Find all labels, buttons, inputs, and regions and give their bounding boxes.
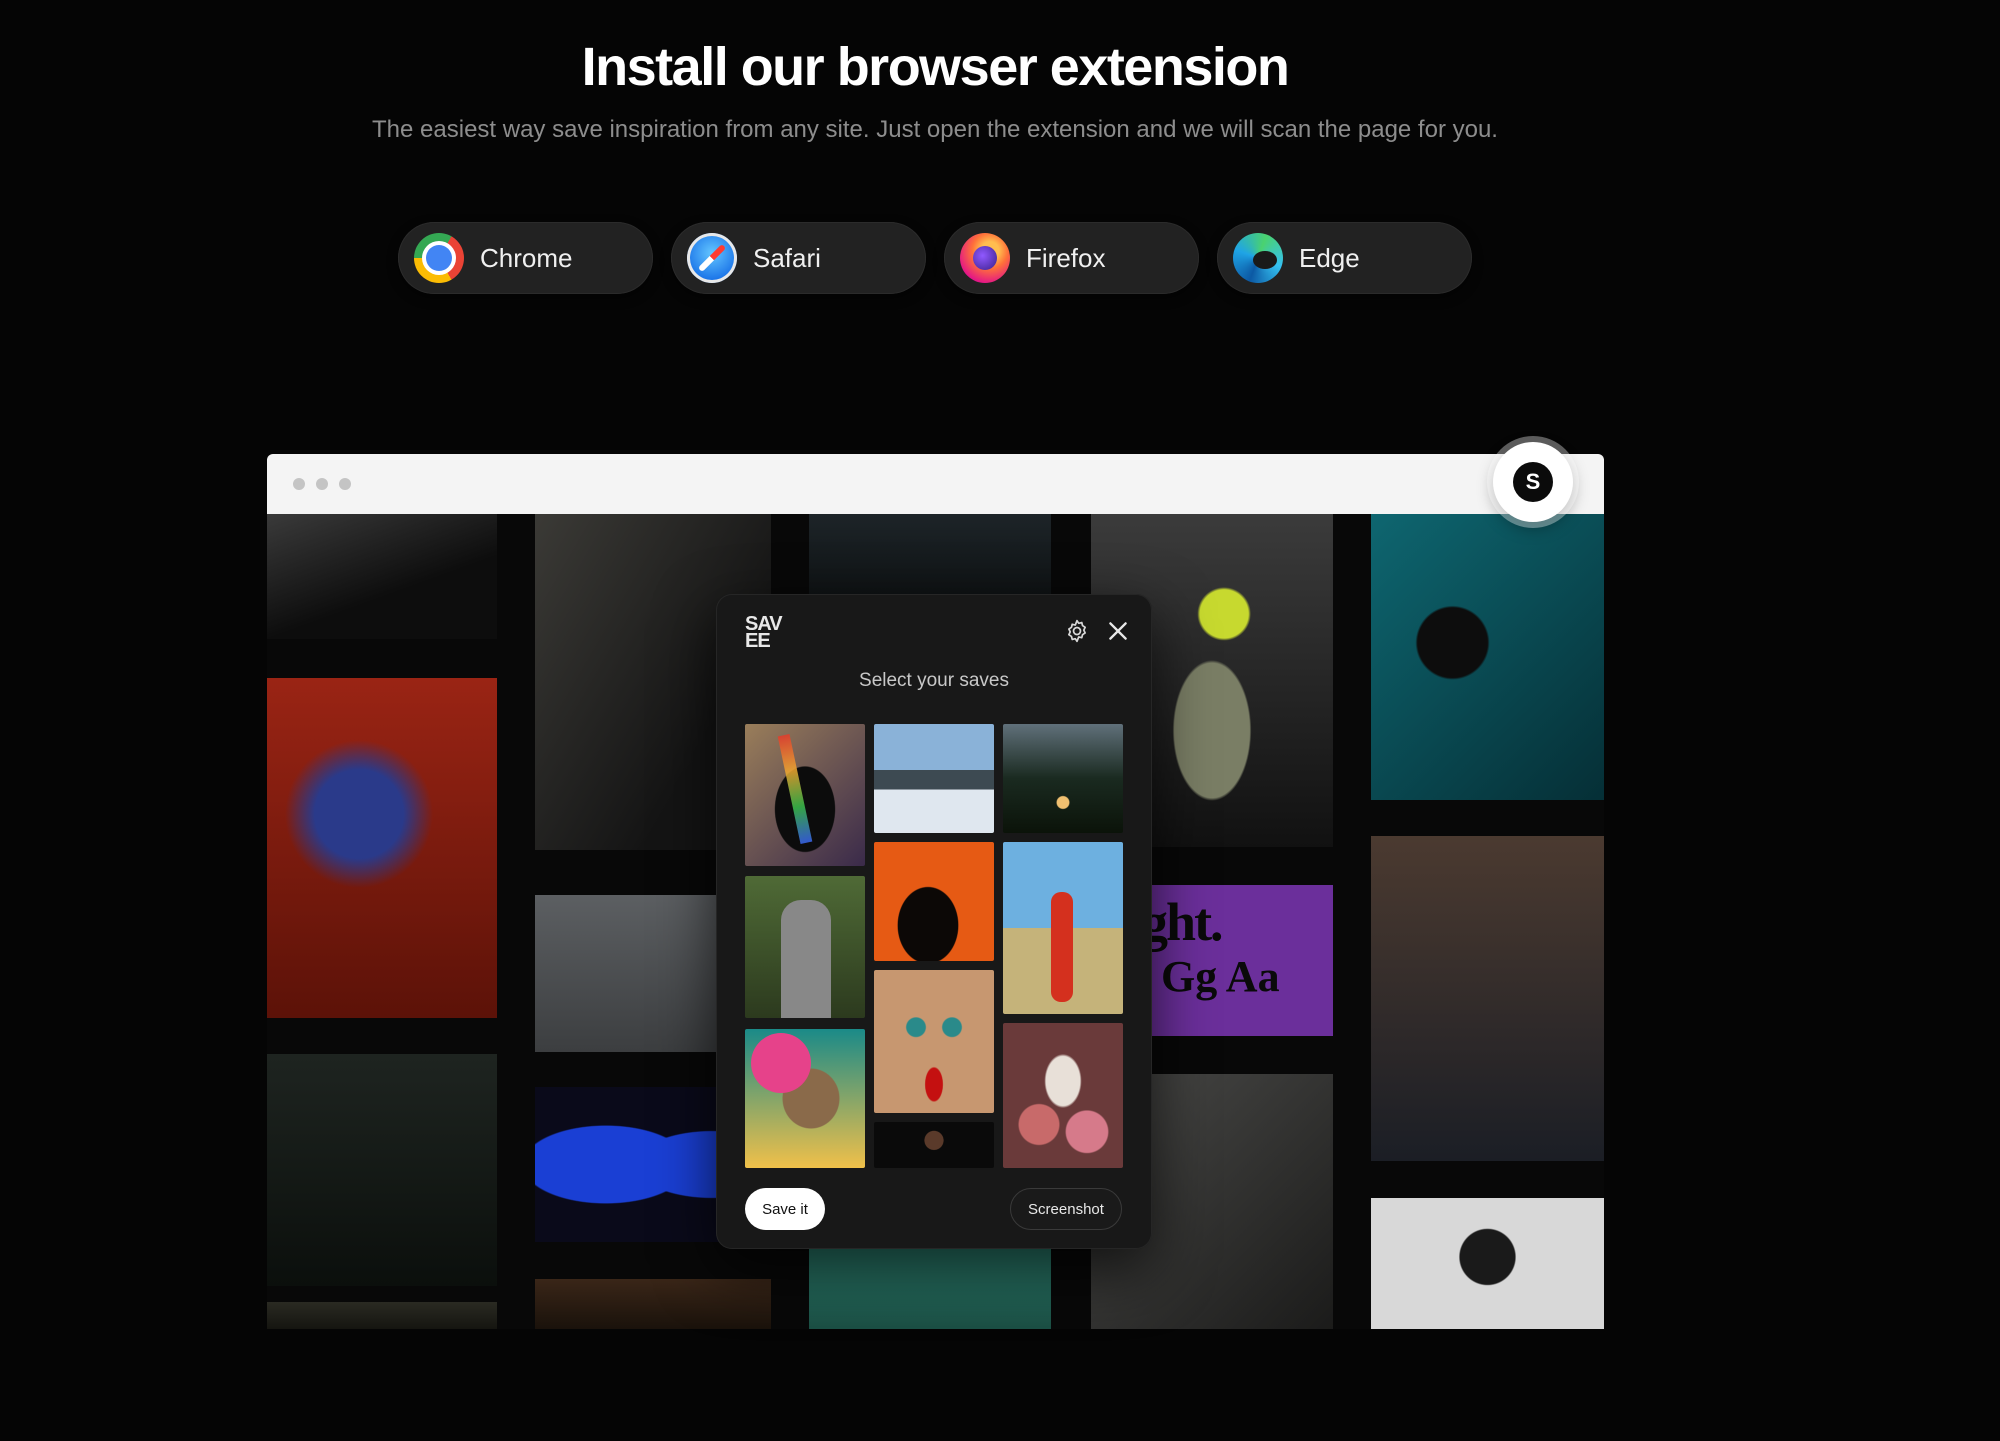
grid-image[interactable]: [809, 1249, 1051, 1329]
save-thumbnail[interactable]: [874, 970, 994, 1113]
safari-button[interactable]: Safari: [671, 222, 926, 294]
page-subtitle: The easiest way save inspiration from an…: [372, 116, 1498, 143]
grid-image[interactable]: [267, 514, 497, 639]
edge-button[interactable]: Edge: [1217, 222, 1472, 294]
grid-image[interactable]: [1371, 836, 1604, 1161]
close-icon[interactable]: [1105, 618, 1131, 644]
safari-icon: [687, 233, 737, 283]
window-dot: [293, 478, 305, 490]
screenshot-button[interactable]: Screenshot: [1010, 1188, 1122, 1230]
brand-logo: SAVEE: [745, 613, 783, 652]
grid-image[interactable]: [267, 1302, 497, 1329]
save-thumbnail[interactable]: [745, 876, 865, 1018]
save-thumbnail[interactable]: [874, 724, 994, 833]
grid-image[interactable]: [1371, 514, 1604, 800]
grid-image[interactable]: [535, 1279, 771, 1329]
chrome-button[interactable]: Chrome: [398, 222, 653, 294]
edge-label: Edge: [1299, 242, 1360, 273]
edge-icon: [1233, 233, 1283, 283]
save-thumbnail[interactable]: [745, 724, 865, 866]
grid-image[interactable]: [1371, 1198, 1604, 1329]
window-dot: [316, 478, 328, 490]
save-thumbnail[interactable]: [745, 1029, 865, 1168]
firefox-label: Firefox: [1026, 242, 1106, 273]
chrome-icon: [414, 233, 464, 283]
browser-toolbar: [267, 454, 1604, 514]
firefox-button[interactable]: Firefox: [944, 222, 1199, 294]
save-thumbnail[interactable]: [1003, 1023, 1123, 1168]
poster-glyphs: Gg Aa: [1161, 952, 1280, 1001]
safari-label: Safari: [753, 242, 821, 273]
gear-icon[interactable]: [1064, 618, 1090, 644]
save-thumbnail[interactable]: [1003, 724, 1123, 833]
page-title: Install our browser extension: [581, 37, 1290, 97]
save-it-button[interactable]: Save it: [745, 1188, 825, 1230]
extension-popup: SAVEE Select your saves Save it Screensh…: [716, 594, 1152, 1249]
grid-image[interactable]: [267, 678, 497, 1018]
save-thumbnail[interactable]: [1003, 842, 1123, 1014]
grid-image[interactable]: [267, 1054, 497, 1286]
panel-heading: Select your saves: [859, 670, 1009, 691]
extension-button[interactable]: S: [1493, 442, 1573, 522]
chrome-label: Chrome: [480, 242, 573, 273]
firefox-icon: [960, 233, 1010, 283]
save-thumbnail[interactable]: [874, 1122, 994, 1168]
save-thumbnail[interactable]: [874, 842, 994, 961]
window-dot: [339, 478, 351, 490]
savee-logo-icon: S: [1513, 462, 1553, 502]
